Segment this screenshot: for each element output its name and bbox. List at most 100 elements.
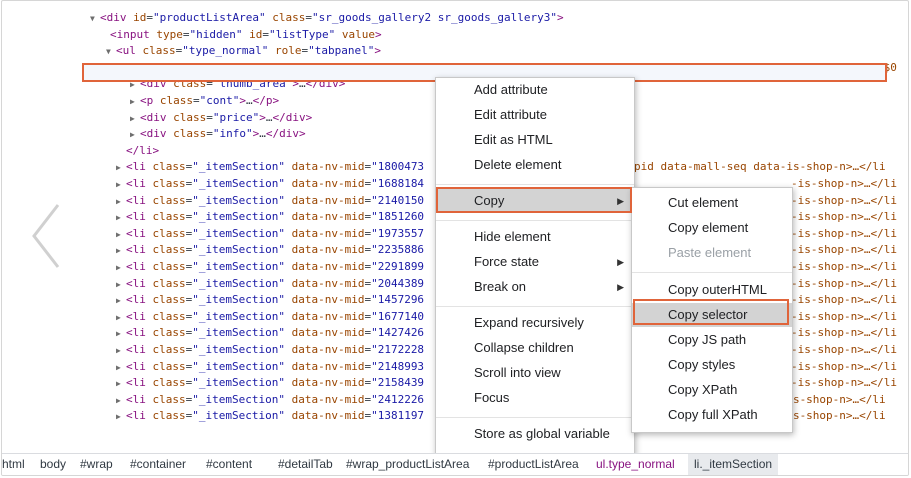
collapse-triangle-icon: ▶ (130, 97, 135, 106)
code-token: data-nv-mid (291, 160, 365, 174)
chevron-left-icon[interactable] (28, 201, 68, 271)
code-token: data-nv-mid (291, 309, 365, 323)
list-item-tail: -is-shop-n>…</li (791, 276, 897, 292)
list-item-row[interactable]: ▶ <li class="_itemSection" data-nv-mid="2… (116, 392, 424, 408)
list-item-row[interactable]: ▶ <li class="_itemSection" data-nv-mid="2… (116, 359, 424, 375)
menu-item-edit-as-html[interactable]: Edit as HTML (436, 128, 634, 152)
menu-item-edit-attribute[interactable]: Edit attribute (436, 103, 634, 127)
list-item-row[interactable]: ▶ <li class="_itemSection" data-nv-mid="1… (116, 408, 424, 424)
list-item-row[interactable]: ▶ <li class="_itemSection" data-nv-mid="1… (116, 325, 424, 341)
menu-item-copy-xpath[interactable]: Copy XPath (632, 378, 792, 402)
code-token: data-nv-mid (291, 343, 365, 356)
list-item-tail: -is-shop-n>…</li (791, 193, 897, 209)
dom-node-row[interactable]: </li> (126, 143, 159, 159)
menu-item-scroll-into-view[interactable]: Scroll into view (436, 361, 634, 385)
list-item-row[interactable]: ▶ <li class="_itemSection" data-nv-mid="2… (116, 242, 424, 258)
code-token: <ul (116, 44, 143, 58)
code-token: </p> (252, 94, 280, 107)
code-token: data-nv-mid (291, 392, 365, 406)
code-token: "2044389 (371, 276, 425, 290)
expand-triangle-icon: ▶ (116, 196, 121, 206)
menu-item-copy-element[interactable]: Copy element (632, 216, 792, 240)
menu-item-copy-js-path[interactable]: Copy JS path (632, 328, 792, 352)
expand-triangle-icon: ▶ (116, 229, 121, 239)
copy-highlight-box (436, 187, 632, 213)
menu-item-break-on[interactable]: Break on ▶ (436, 275, 634, 299)
menu-item-force-state[interactable]: Force state ▶ (436, 250, 634, 274)
expand-triangle-icon: ▶ (116, 412, 121, 422)
breadcrumb-item[interactable]: #container (130, 454, 186, 475)
breadcrumb-item[interactable]: ul.type_normal (596, 454, 675, 475)
code-token: data-nv-mid (291, 293, 365, 307)
code-token: type (156, 27, 183, 41)
list-item-row[interactable]: ▶ <li class="_itemSection" data-nv-mid="1… (116, 159, 424, 175)
dom-node-row[interactable]: ▶ <div class="info">…</div> (130, 126, 306, 142)
code-token: -is-shop-n>…</li (791, 359, 897, 373)
menu-item-label: Copy XPath (668, 382, 738, 397)
code-token: <li (126, 326, 153, 340)
code-token: class (152, 193, 186, 207)
menu-item-copy-styles[interactable]: Copy styles (632, 353, 792, 377)
code-token: <div (140, 110, 174, 124)
code-token: "listType" (268, 27, 336, 41)
list-item-tail: -is-shop-n>…</li (791, 309, 897, 325)
menu-item-store-as-global-variable[interactable]: Store as global variable (436, 422, 634, 446)
code-token: class (173, 110, 207, 124)
list-item-row[interactable]: ▶ <li class="_itemSection" data-nv-mid="2… (116, 375, 424, 391)
dom-node-row[interactable]: ▶ <p class="cont">…</p> (130, 93, 279, 109)
code-token: "_itemSection" (192, 376, 285, 390)
menu-item-cut-element[interactable]: Cut element (632, 191, 792, 215)
expand-triangle-icon: ▶ (116, 180, 121, 189)
menu-item-hide-element[interactable]: Hide element (436, 225, 634, 249)
code-token: "cont" (199, 94, 240, 107)
code-token: -is-shop-n>…</li (791, 326, 897, 340)
code-token: "_itemSection" (192, 293, 285, 307)
list-item-row[interactable]: ▶ <li class="_itemSection" data-nv-mid="2… (116, 193, 424, 209)
code-token: <li (126, 392, 153, 406)
breadcrumb-item[interactable]: #wrap (80, 454, 113, 475)
code-token: "2158439 (371, 376, 425, 390)
menu-item-copy-full-xpath[interactable]: Copy full XPath (632, 403, 792, 427)
menu-item-add-attribute[interactable]: Add attribute (436, 78, 634, 102)
menu-item-expand-recursively[interactable]: Expand recursively (436, 311, 634, 335)
dom-node-row[interactable]: ▼ <ul class="type_normal" role="tabpanel"… (106, 43, 381, 59)
code-token: </div> (265, 127, 306, 141)
list-item-row[interactable]: ▶ <li class="_itemSection" data-nv-mid="1… (116, 292, 424, 308)
breadcrumb-item[interactable]: #content (206, 454, 252, 475)
code-token: class (173, 127, 207, 141)
list-item-row[interactable]: ▶ <li class="_itemSection" data-nv-mid="2… (116, 276, 424, 292)
code-token: "productListArea" (153, 11, 266, 24)
menu-item-delete-element[interactable]: Delete element (436, 153, 634, 177)
breadcrumb-item[interactable]: html (2, 454, 25, 475)
list-item-row[interactable]: ▶ <li class="_itemSection" data-nv-mid="1… (116, 209, 424, 225)
list-item-row[interactable]: ▶ <li class="_itemSection" data-nv-mid="2… (116, 342, 424, 358)
breadcrumb-item[interactable]: #wrap_productListArea (346, 454, 469, 475)
breadcrumb-item[interactable]: #detailTab (278, 454, 333, 475)
code-token: "2235886 (371, 243, 425, 257)
expand-triangle-icon: ▶ (116, 395, 121, 405)
menu-item-collapse-children[interactable]: Collapse children (436, 336, 634, 360)
dom-node-row[interactable]: ▼ <div id="productListArea" class="sr_goo… (90, 10, 564, 26)
list-item-row[interactable]: ▶ <li class="_itemSection" data-nv-mid="2… (116, 259, 424, 275)
menu-item-focus[interactable]: Focus (436, 386, 634, 410)
expand-triangle-icon: ▶ (116, 296, 121, 306)
code-token: <li (126, 293, 153, 307)
code-token: "1381197 (371, 409, 425, 423)
breadcrumb-item[interactable]: body (40, 454, 66, 475)
list-item-row[interactable]: ▶ <li class="_itemSection" data-nv-mid="1… (116, 309, 424, 325)
breadcrumb-item[interactable]: li._itemSection (688, 454, 779, 475)
code-token: "1427426 (371, 326, 425, 340)
dom-node-row[interactable]: <input type="hidden" id="listType" value… (110, 27, 382, 43)
list-item-row[interactable]: ▶ <li class="_itemSection" data-nv-mid="1… (116, 176, 424, 192)
code-token: class (152, 326, 186, 340)
dom-node-row[interactable]: ▶ <div class="price">…</div> (130, 110, 312, 126)
expand-triangle-icon: ▶ (116, 213, 121, 223)
code-token: <li (126, 376, 153, 390)
menu-separator (436, 305, 634, 307)
breadcrumb-item[interactable]: #productListArea (488, 454, 579, 475)
menu-item-label: Delete element (474, 157, 562, 172)
list-item-row[interactable]: ▶ <li class="_itemSection" data-nv-mid="1… (116, 226, 424, 242)
